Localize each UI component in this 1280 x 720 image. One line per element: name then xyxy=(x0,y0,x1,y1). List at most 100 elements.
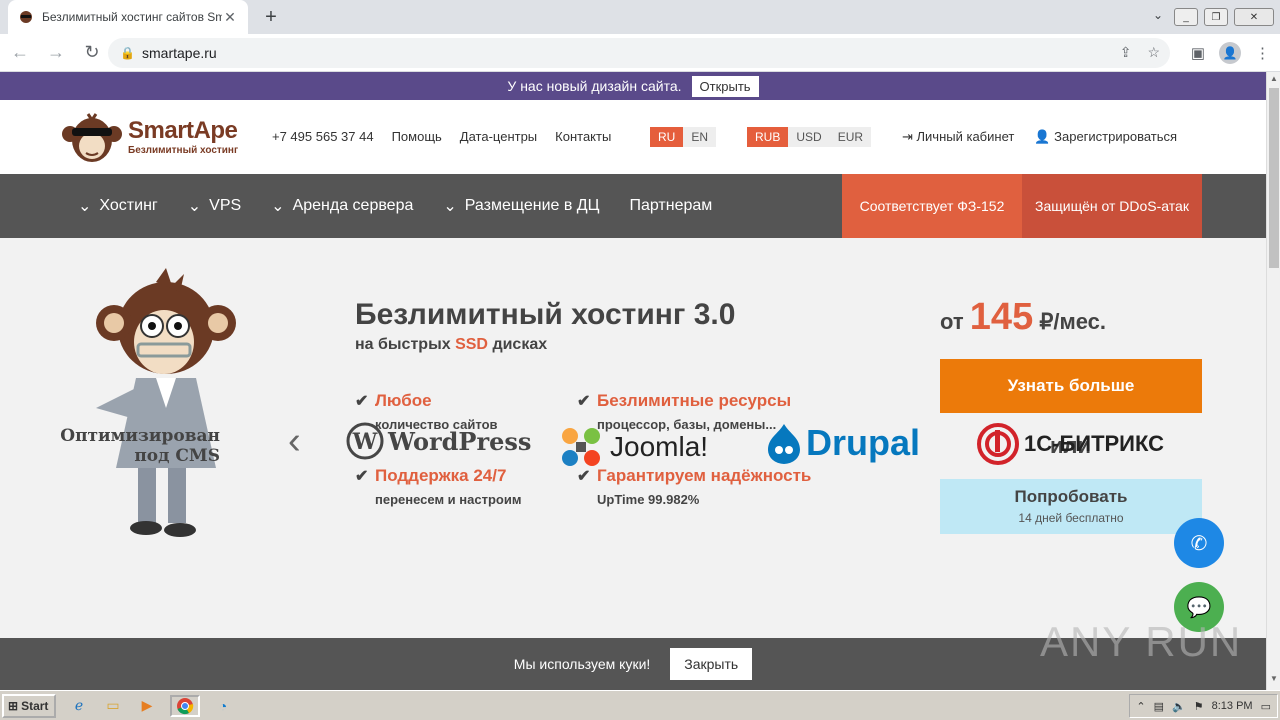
hero-title: Безлимитный хостинг 3.0 xyxy=(355,298,736,331)
anyrun-watermark: ANY RUN xyxy=(1040,618,1243,665)
chevron-down-icon: ⌄ xyxy=(187,198,202,215)
check-icon: ✔ xyxy=(355,468,369,485)
feature-support: ✔ Поддержка 24/7 перенесем и настроим xyxy=(355,466,522,507)
nav-colocation[interactable]: ⌄ Размещение в ДЦ xyxy=(443,196,599,216)
price-label: от 145 ₽/мес. xyxy=(940,296,1107,338)
cookie-text: Мы используем куки! xyxy=(513,656,651,672)
chevron-down-icon: ⌄ xyxy=(271,198,285,215)
bitrix-icon xyxy=(977,423,1019,465)
lock-icon: 🔒 xyxy=(120,46,135,60)
brand-tagline: Безлимитный хостинг xyxy=(128,144,239,156)
profile-avatar-icon[interactable]: 👤 xyxy=(1219,42,1241,64)
media-player-icon[interactable]: ▶ xyxy=(136,695,158,717)
show-desktop-icon[interactable]: ▭ xyxy=(1261,700,1271,713)
user-icon: 👤 xyxy=(1034,129,1055,144)
back-arrow-icon[interactable]: ← xyxy=(4,42,36,63)
carousel-prev-arrow-icon[interactable]: ‹ xyxy=(288,420,301,463)
site-favicon-icon xyxy=(18,9,34,25)
account-links: ⇥ Личный кабинет 👤 Зарегистрироваться xyxy=(902,129,1177,145)
ie-icon[interactable]: ℯ xyxy=(68,695,90,717)
side-panel-icon[interactable]: ▣ xyxy=(1191,44,1205,62)
phone-icon: ✆ xyxy=(1190,532,1208,555)
bitrix-logo[interactable]: 1С-БИТРИКС xyxy=(976,422,1164,466)
scroll-thumb[interactable] xyxy=(1269,88,1279,268)
tray-expand-icon[interactable]: ⌃ xyxy=(1136,700,1145,713)
datacenters-link[interactable]: Дата-центры xyxy=(460,129,537,144)
minimize-button[interactable]: _ xyxy=(1174,8,1198,26)
window-controls: _ ❐ ✕ xyxy=(1174,0,1280,34)
chat-icon: 💬 xyxy=(1186,596,1212,619)
redesign-notice-bar: У нас новый дизайн сайта. Открыть xyxy=(0,72,1266,100)
cms-label: Оптимизирован под CMS xyxy=(60,426,220,466)
system-tray: ⌃ ▤ 🔈 ⚑ 8:13 PM ▭ xyxy=(1129,694,1278,718)
chevron-down-icon: ⌄ xyxy=(78,198,92,215)
network-icon[interactable]: ▤ xyxy=(1154,700,1164,713)
site-header: SmartApe Безлимитный хостинг +7 495 565 … xyxy=(0,100,1266,174)
monkey-mascot-icon xyxy=(96,268,236,537)
web-page: У нас новый дизайн сайта. Открыть SmartA… xyxy=(0,72,1266,690)
new-tab-button[interactable]: + xyxy=(260,6,282,29)
clock[interactable]: 8:13 PM xyxy=(1212,700,1253,712)
nav-partners[interactable]: Партнерам xyxy=(629,197,712,215)
chevron-down-icon: ⌄ xyxy=(443,198,457,215)
bookmark-star-icon[interactable]: ☆ xyxy=(1147,44,1160,61)
login-link[interactable]: ⇥ Личный кабинет xyxy=(902,129,1014,145)
notice-text: У нас новый дизайн сайта. xyxy=(507,78,682,94)
drupal-logo[interactable]: Drupal xyxy=(766,422,920,464)
cms-logos-strip: Оптимизирован под CMS ‹ W WordPress Joom… xyxy=(0,408,1266,468)
main-navigation: ⌄ Хостинг ⌄ VPS ⌄ Аренда сервера ⌄ Размещени… xyxy=(0,174,1266,238)
contacts-link[interactable]: Контакты xyxy=(555,129,611,144)
scroll-up-icon[interactable]: ▲ xyxy=(1267,74,1280,88)
svg-text:W: W xyxy=(352,429,378,455)
currency-eur[interactable]: EUR xyxy=(829,127,872,147)
header-links: +7 495 565 37 44 Помощь Дата-центры Конт… xyxy=(272,129,611,144)
share-icon[interactable]: ⇪ xyxy=(1120,44,1132,61)
scroll-down-icon[interactable]: ▼ xyxy=(1267,674,1280,688)
feature-reliability: ✔ Гарантируем надёжность UpTime 99.982% xyxy=(577,466,812,507)
site-logo[interactable]: SmartApe Безлимитный хостинг xyxy=(60,106,238,166)
volume-icon[interactable]: 🔈 xyxy=(1172,700,1186,713)
close-window-button[interactable]: ✕ xyxy=(1234,8,1274,26)
nav-hosting[interactable]: ⌄ Хостинг xyxy=(78,196,158,216)
explorer-folder-icon[interactable]: ▭ xyxy=(102,695,124,717)
lang-ru[interactable]: RU xyxy=(650,127,684,147)
page-scrollbar[interactable]: ▲ ▼ xyxy=(1266,72,1280,690)
browser-toolbar: ← → ↻ 🔒 smartape.ru ⇪ ☆ ▣ 👤 ⋮ xyxy=(0,34,1280,72)
forward-arrow-icon[interactable]: → xyxy=(40,42,72,63)
wordpress-logo[interactable]: W WordPress xyxy=(346,422,531,460)
joomla-logo[interactable]: Joomla! xyxy=(556,422,708,472)
fz152-badge[interactable]: Соответствует ФЗ-152 xyxy=(842,174,1022,238)
lang-en[interactable]: EN xyxy=(683,127,717,147)
register-link[interactable]: 👤 Зарегистрироваться xyxy=(1034,129,1177,145)
start-button[interactable]: ⊞ Start xyxy=(2,693,56,718)
help-link[interactable]: Помощь xyxy=(392,129,442,144)
tab-close-icon[interactable]: ✕ xyxy=(222,9,238,26)
reload-icon[interactable]: ↻ xyxy=(76,42,108,63)
try-free-button[interactable]: Попробовать 14 дней бесплатно xyxy=(940,479,1202,534)
hero-subtitle: на быстрых SSD дисках xyxy=(355,336,548,353)
brand-name: SmartApe xyxy=(128,116,238,144)
menu-kebab-icon[interactable]: ⋮ xyxy=(1255,44,1270,62)
ddos-badge[interactable]: Защищён от DDoS-атак xyxy=(1022,174,1202,238)
hero-section: Безлимитный хостинг 3.0 на быстрых SSD д… xyxy=(0,238,1266,568)
nav-server-rent[interactable]: ⌄ Аренда сервера xyxy=(271,196,413,216)
currency-usd[interactable]: USD xyxy=(788,127,830,147)
address-bar[interactable]: 🔒 smartape.ru ⇪ ☆ xyxy=(108,38,1170,68)
url-text: smartape.ru xyxy=(142,45,217,61)
call-button[interactable]: ✆ xyxy=(1174,518,1224,568)
chrome-icon[interactable] xyxy=(170,694,200,717)
currency-rub[interactable]: RUB xyxy=(747,127,789,147)
phone-link[interactable]: +7 495 565 37 44 xyxy=(272,129,374,144)
browser-tab[interactable]: Безлимитный хостинг сайтов Smar ✕ xyxy=(8,0,248,34)
wordpress-icon: W xyxy=(346,422,384,460)
tab-search-chevron-icon[interactable]: ⌄ xyxy=(1153,8,1163,22)
flag-icon[interactable]: ⚑ xyxy=(1194,700,1204,713)
nav-vps[interactable]: ⌄ VPS xyxy=(188,196,241,216)
learn-more-button[interactable]: Узнать больше xyxy=(940,359,1202,413)
drupal-icon xyxy=(768,424,800,464)
restore-button[interactable]: ❐ xyxy=(1204,8,1228,26)
close-cookie-button[interactable]: Закрыть xyxy=(670,648,753,680)
open-new-design-button[interactable]: Открыть xyxy=(691,75,759,97)
language-switcher: RU EN xyxy=(650,127,717,147)
edge-icon[interactable]: ◔ xyxy=(212,695,234,717)
